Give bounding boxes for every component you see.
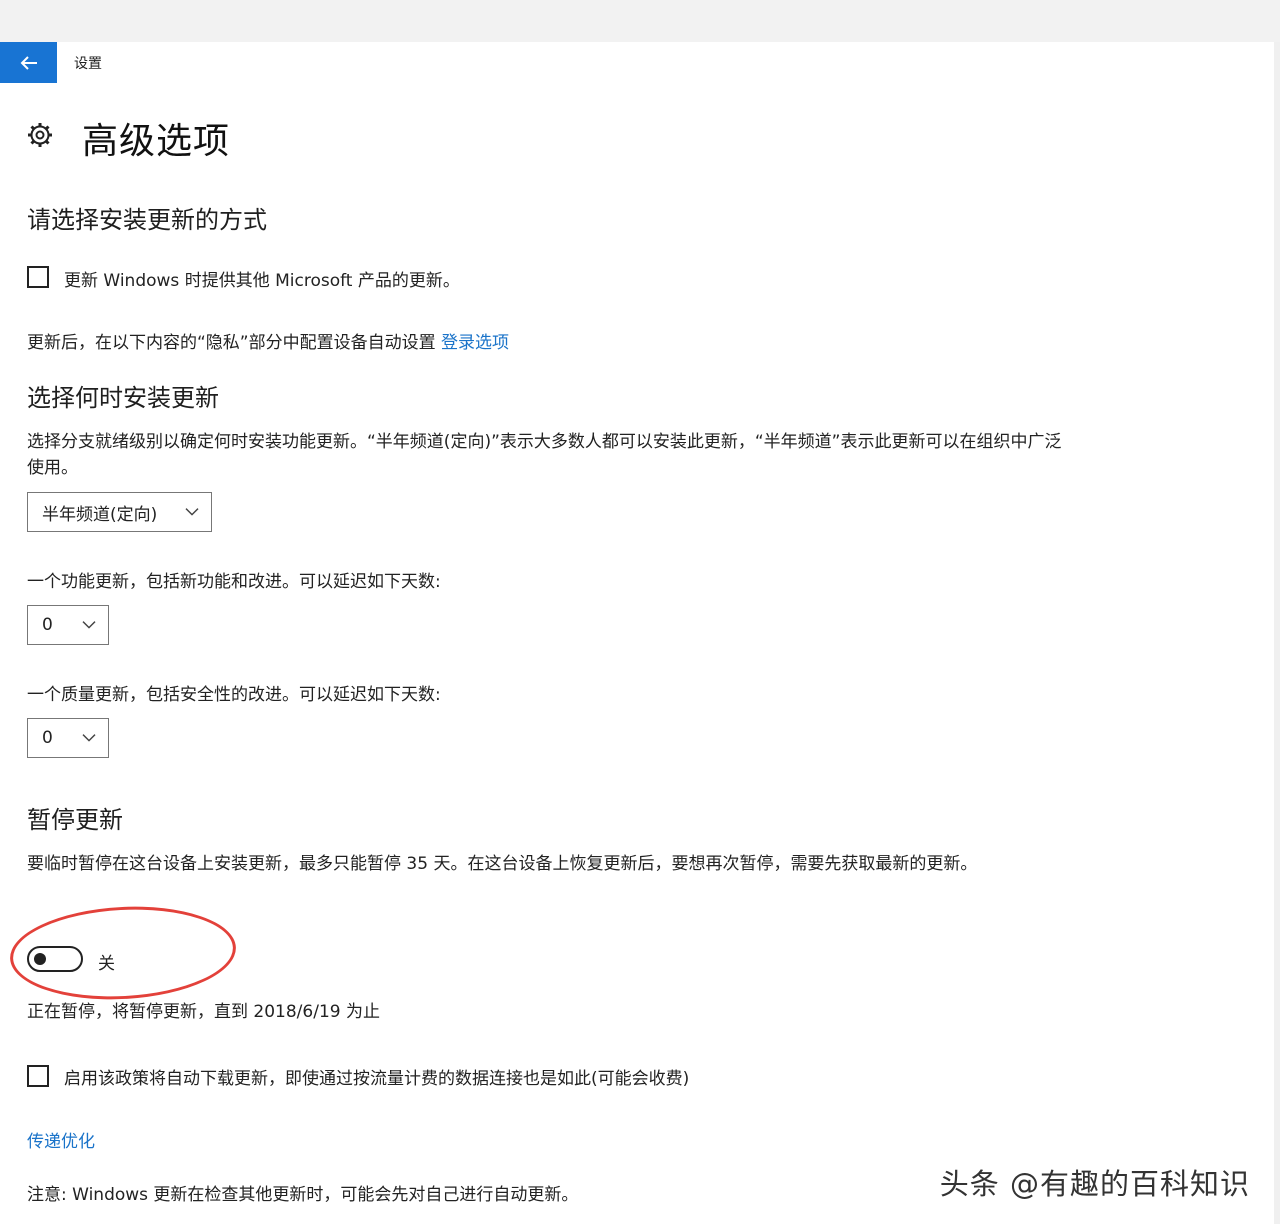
branch-select-value: 半年频道(定向): [42, 504, 158, 525]
branch-description: 选择分支就绪级别以确定何时安装功能更新。“半年频道(定向)”表示大多数人都可以安…: [27, 432, 1062, 478]
privacy-settings-text: 更新后，在以下内容的“隐私”部分中配置设备自动设置 登录选项: [27, 330, 509, 356]
other-products-checkbox[interactable]: [27, 266, 49, 288]
feature-defer-select[interactable]: 0: [27, 605, 109, 645]
metered-download-label: 启用该政策将自动下载更新，即使通过按流量计费的数据连接也是如此(可能会收费): [64, 1069, 690, 1089]
page-title: 高级选项: [82, 121, 231, 162]
pause-description: 要临时暂停在这台设备上安装更新，最多只能暂停 35 天。在这台设备上恢复更新后，…: [27, 854, 978, 874]
arrow-left-icon: [20, 55, 37, 70]
metered-download-checkbox[interactable]: [27, 1065, 49, 1087]
install-time-heading: 选择何时安装更新: [27, 384, 219, 412]
feature-update-label: 一个功能更新，包括新功能和改进。可以延迟如下天数:: [27, 572, 441, 592]
gear-icon: [28, 123, 52, 147]
privacy-text: 更新后，在以下内容的“隐私”部分中配置设备自动设置: [27, 333, 436, 353]
other-products-label: 更新 Windows 时提供其他 Microsoft 产品的更新。: [64, 271, 460, 291]
feature-defer-value: 0: [42, 615, 53, 635]
delivery-optimization-link[interactable]: 传递优化: [27, 1129, 95, 1155]
pause-status-text: 正在暂停，将暂停更新，直到 2018/6/19 为止: [27, 1002, 380, 1022]
quality-update-label: 一个质量更新，包括安全性的改进。可以延迟如下天数:: [27, 685, 441, 705]
windows-update-note: 注意: Windows 更新在检查其他更新时，可能会先对自己进行自动更新。: [27, 1185, 579, 1205]
back-button[interactable]: [0, 42, 57, 83]
quality-defer-value: 0: [42, 728, 53, 748]
branch-readiness-select[interactable]: 半年频道(定向): [27, 492, 212, 532]
chevron-down-icon: [82, 621, 96, 629]
sign-in-options-link[interactable]: 登录选项: [441, 333, 509, 353]
app-name: 设置: [74, 56, 102, 72]
red-highlight-circle: [7, 901, 239, 1005]
watermark: 头条 @有趣的百科知识: [939, 1167, 1250, 1201]
window-right-edge: [1274, 42, 1280, 1224]
pause-updates-heading: 暂停更新: [27, 806, 123, 834]
install-method-heading: 请选择安装更新的方式: [27, 206, 267, 234]
window-top-strip: [0, 0, 1280, 42]
quality-defer-select[interactable]: 0: [27, 718, 109, 758]
chevron-down-icon: [185, 508, 199, 516]
chevron-down-icon: [82, 734, 96, 742]
